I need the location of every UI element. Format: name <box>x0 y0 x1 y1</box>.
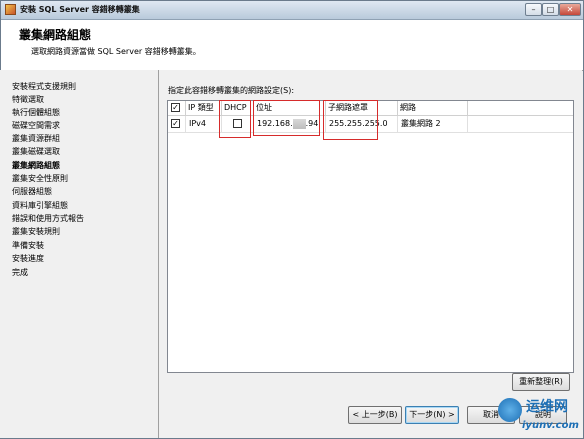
nav-item-cluster-network-configuration[interactable]: 叢集網路組態 <box>12 160 60 171</box>
annotation-box-address <box>253 100 320 136</box>
nav-item-error-usage-reporting[interactable]: 錯誤和使用方式報告 <box>12 213 84 224</box>
column-header-ip-type[interactable]: IP 類型 <box>186 101 222 115</box>
ip-type-cell: IPv4 <box>186 116 222 132</box>
nav-item-ready-to-install[interactable]: 準備安裝 <box>12 240 44 251</box>
page-header: 叢集網路組態 選取網路資源當做 SQL Server 容錯移轉叢集。 <box>1 20 583 71</box>
header-select-cell[interactable]: ✓ <box>168 101 186 115</box>
nav-item-feature-selection[interactable]: 特徵選取 <box>12 94 44 105</box>
select-all-checkbox[interactable]: ✓ <box>171 103 180 112</box>
title-bar[interactable]: 安裝 SQL Server 容錯移轉叢集 – □ ✕ <box>1 1 583 20</box>
nav-item-cluster-installation-rules[interactable]: 叢集安裝規則 <box>12 226 60 237</box>
page-description: 選取網路資源當做 SQL Server 容錯移轉叢集。 <box>31 47 201 56</box>
row-select-checkbox[interactable]: ✓ <box>171 119 180 128</box>
nav-item-database-engine-configuration[interactable]: 資料庫引擎組態 <box>12 200 68 211</box>
network-settings-label: 指定此容錯移轉叢集的網路設定(S): <box>168 86 295 95</box>
nav-item-setup-support-rules[interactable]: 安裝程式支援規則 <box>12 81 76 92</box>
nav-item-cluster-resource-group[interactable]: 叢集資源群組 <box>12 133 60 144</box>
app-icon <box>5 4 16 15</box>
next-button[interactable]: 下一步(N) > <box>405 406 459 424</box>
page-title: 叢集網路組態 <box>19 28 92 42</box>
close-button[interactable]: ✕ <box>559 3 581 16</box>
watermark-icon <box>498 398 522 422</box>
watermark-cn-text: 运维网 <box>526 399 568 415</box>
nav-item-cluster-disk-selection[interactable]: 叢集磁碟選取 <box>12 146 60 157</box>
row-select-cell[interactable]: ✓ <box>168 116 186 132</box>
window-title: 安裝 SQL Server 容錯移轉叢集 <box>20 5 140 14</box>
nav-item-server-configuration[interactable]: 伺服器組態 <box>12 186 52 197</box>
watermark-logo: 运维网 iyunv.com <box>498 396 582 438</box>
annotation-box-dhcp <box>219 100 251 138</box>
nav-item-complete[interactable]: 完成 <box>12 267 28 278</box>
wizard-steps-nav: 安裝程式支援規則 特徵選取 執行個體組態 磁碟空間需求 叢集資源群組 叢集磁碟選… <box>0 70 158 438</box>
nav-item-cluster-security-policy[interactable]: 叢集安全性原則 <box>12 173 68 184</box>
back-button[interactable]: < 上一步(B) <box>348 406 402 424</box>
network-settings-grid[interactable]: ✓ IP 類型 DHCP 位址 子網路遮罩 網路 ✓ IPv4 192.168.… <box>167 100 574 373</box>
minimize-button[interactable]: – <box>525 3 542 16</box>
nav-item-installation-progress[interactable]: 安裝進度 <box>12 253 44 264</box>
nav-item-disk-space[interactable]: 磁碟空間需求 <box>12 120 60 131</box>
column-header-network[interactable]: 網路 <box>398 101 468 115</box>
watermark-en-text: iyunv.com <box>522 420 579 431</box>
refresh-button[interactable]: 重新整理(R) <box>512 373 570 391</box>
nav-item-instance-configuration[interactable]: 執行個體組態 <box>12 107 60 118</box>
annotation-box-subnet <box>323 100 378 140</box>
maximize-button[interactable]: □ <box>542 3 559 16</box>
network-cell: 叢集網路 2 <box>398 116 468 132</box>
